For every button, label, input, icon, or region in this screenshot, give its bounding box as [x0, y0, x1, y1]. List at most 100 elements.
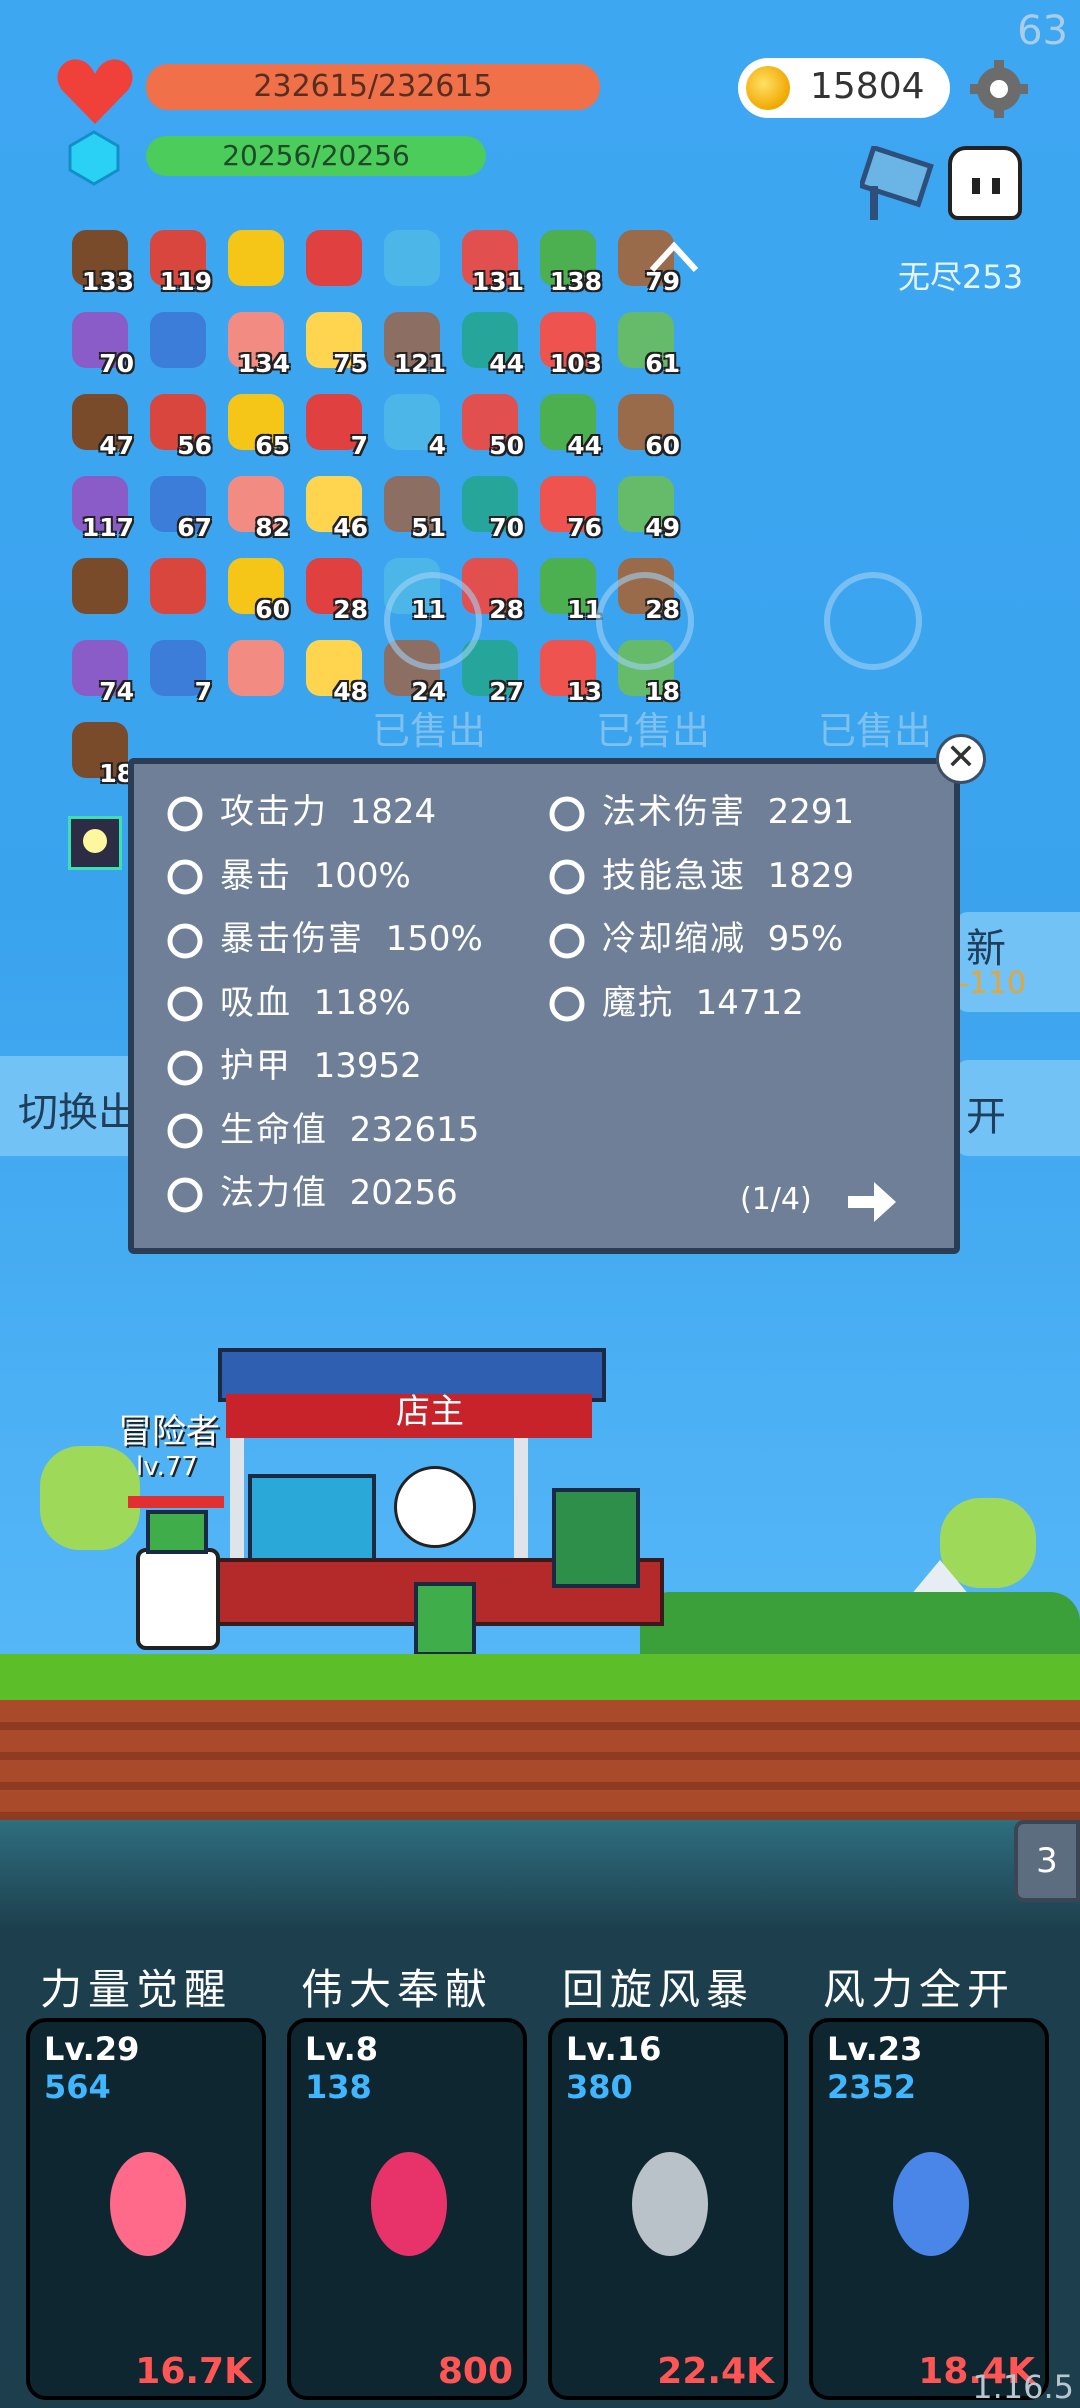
settings-gear-icon[interactable]	[968, 58, 1030, 120]
stat-icon	[164, 856, 206, 898]
stage-label: 无尽253	[898, 258, 1024, 296]
grass	[0, 1654, 1080, 1702]
item-slot[interactable]: 131	[456, 226, 524, 296]
stat-row: 法力值 20256	[164, 1165, 458, 1216]
sold-label: 已售出	[372, 709, 487, 753]
stat-label: 吸血	[220, 982, 292, 1023]
item-slot[interactable]: 121	[378, 308, 446, 378]
item-slot[interactable]: 61	[612, 308, 680, 378]
skill-card[interactable]: Lv.23 2352 18.4K	[809, 2018, 1049, 2400]
item-slot[interactable]	[144, 308, 210, 374]
item-slot[interactable]: 119	[144, 226, 212, 296]
collapse-chevron-icon[interactable]	[646, 236, 702, 276]
item-count: 134	[237, 349, 290, 378]
item-slot[interactable]	[144, 554, 210, 620]
item-slot[interactable]: 117	[66, 472, 134, 542]
item-slot[interactable]: 4	[378, 390, 446, 460]
next-page-arrow-icon[interactable]	[844, 1174, 900, 1230]
coin-icon	[746, 66, 790, 110]
stat-icon	[164, 1110, 206, 1152]
skill-cost: 138	[305, 2068, 372, 2106]
item-count: 4	[428, 431, 446, 460]
item-slot[interactable]: 76	[534, 472, 602, 542]
item-count: 7	[350, 431, 368, 460]
side-count-tab[interactable]: 3	[1014, 1820, 1080, 1902]
item-slot[interactable]: 133	[66, 226, 134, 296]
pet-ghost-icon[interactable]	[948, 146, 1022, 220]
skill-title: 风力全开	[823, 1965, 1016, 2014]
item-slot[interactable]: 47	[66, 390, 134, 460]
adventurer-label: 冒险者	[118, 1412, 220, 1452]
adventurer-level: lv.77	[136, 1452, 198, 1482]
item-slot[interactable]: 28	[300, 554, 368, 624]
skill-title: 力量觉醒	[40, 1965, 233, 2014]
switch-tab[interactable]: 切换出	[0, 1056, 140, 1156]
item-slot[interactable]: 51	[378, 472, 446, 542]
item-slot[interactable]: 70	[66, 308, 134, 378]
item-count: 74	[99, 677, 134, 706]
item-slot[interactable]: 7	[300, 390, 368, 460]
item-icon	[150, 312, 206, 368]
skill-card[interactable]: Lv.8 138 800	[287, 2018, 527, 2400]
shop-slot-ring[interactable]	[384, 572, 482, 670]
skill-icon	[92, 2138, 204, 2274]
map-flag-icon[interactable]	[858, 144, 940, 222]
item-slot[interactable]: 74	[66, 636, 134, 706]
lamp-item-icon[interactable]	[68, 816, 122, 870]
item-slot[interactable]: 7	[144, 636, 212, 706]
item-slot[interactable]: 67	[144, 472, 212, 542]
item-slot[interactable]: 103	[534, 308, 602, 378]
item-count: 51	[411, 513, 446, 542]
item-slot[interactable]: 65	[222, 390, 290, 460]
item-slot[interactable]: 138	[534, 226, 602, 296]
skill-card[interactable]: Lv.29 564 16.7K	[26, 2018, 266, 2400]
item-slot[interactable]: 50	[456, 390, 524, 460]
refresh-tab[interactable]: 新 -110	[956, 912, 1080, 1012]
item-slot[interactable]: 60	[222, 554, 290, 624]
item-slot[interactable]: 13	[534, 636, 602, 706]
skill-level: Lv.16	[566, 2030, 662, 2068]
stat-icon	[164, 920, 206, 962]
skill-cost: 380	[566, 2068, 633, 2106]
item-count: 60	[645, 431, 680, 460]
stat-icon	[164, 1047, 206, 1089]
skill-icon	[875, 2138, 987, 2274]
skill-title: 回旋风暴	[562, 1965, 755, 2014]
item-slot[interactable]: 49	[612, 472, 680, 542]
dirt	[0, 1700, 1080, 1820]
skill-card[interactable]: Lv.16 380 22.4K	[548, 2018, 788, 2400]
item-slot[interactable]: 11	[534, 554, 602, 624]
item-slot[interactable]: 46	[300, 472, 368, 542]
item-slot[interactable]	[378, 226, 444, 292]
open-tab[interactable]: 开	[956, 1060, 1080, 1156]
item-count: 48	[333, 677, 368, 706]
close-button[interactable]: ✕	[936, 734, 986, 784]
item-slot[interactable]	[300, 226, 366, 292]
item-slot[interactable]	[222, 226, 288, 292]
switch-label: 切换出	[18, 1090, 138, 1136]
item-count: 67	[177, 513, 212, 542]
item-slot[interactable]: 75	[300, 308, 368, 378]
item-count: 56	[177, 431, 212, 460]
adventurer-sprite	[136, 1548, 220, 1650]
item-slot[interactable]: 44	[534, 390, 602, 460]
item-slot[interactable]: 44	[456, 308, 524, 378]
item-count: 131	[471, 267, 524, 296]
item-slot[interactable]: 48	[300, 636, 368, 706]
skill-level: Lv.23	[827, 2030, 923, 2068]
item-slot[interactable]: 18	[66, 718, 134, 788]
water	[0, 1820, 1080, 1930]
stat-value: 1829	[767, 855, 855, 896]
item-slot[interactable]: 70	[456, 472, 524, 542]
item-slot[interactable]: 134	[222, 308, 290, 378]
hedge	[640, 1592, 1080, 1656]
stat-label: 护甲	[220, 1046, 292, 1086]
shop-slot-ring[interactable]	[596, 572, 694, 670]
stat-row: 技能急速 1829	[546, 848, 854, 899]
item-slot[interactable]: 82	[222, 472, 290, 542]
item-slot[interactable]: 56	[144, 390, 212, 460]
item-slot[interactable]	[66, 554, 132, 620]
item-slot[interactable]	[222, 636, 288, 702]
shop-slot-ring[interactable]	[824, 572, 922, 670]
item-slot[interactable]: 60	[612, 390, 680, 460]
